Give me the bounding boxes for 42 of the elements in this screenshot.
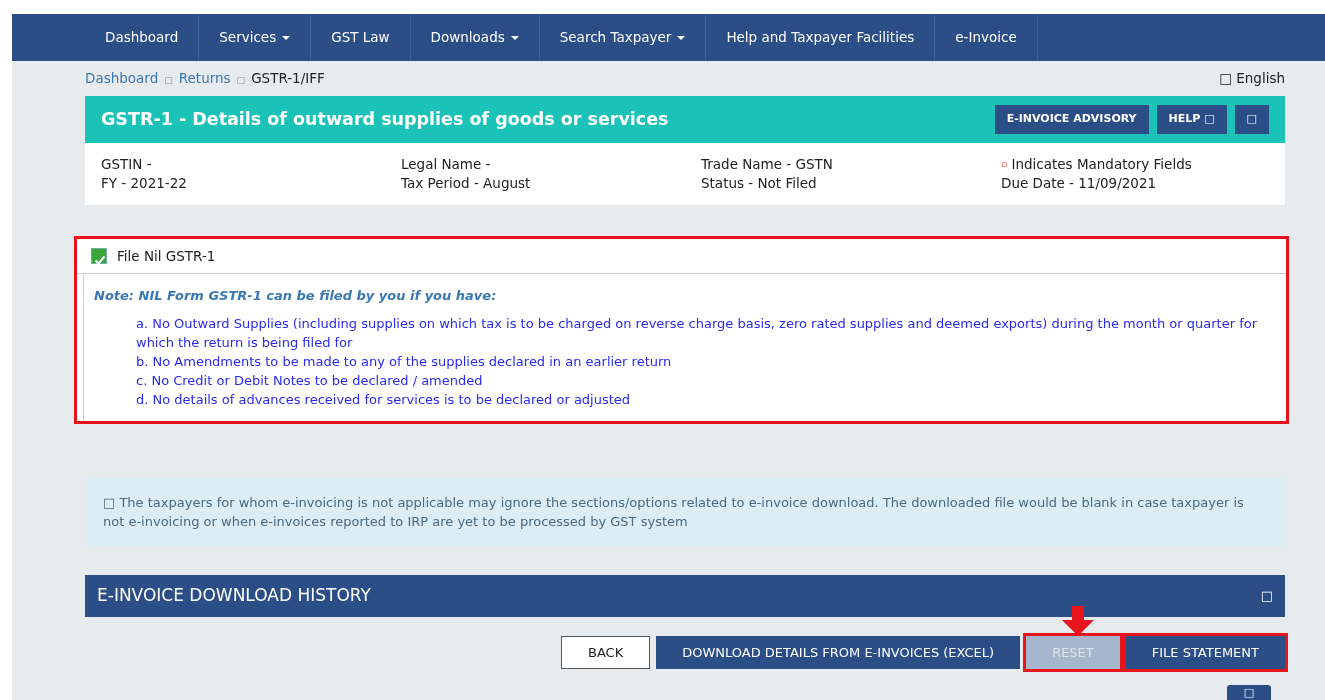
breadcrumb-current: GSTR-1/IFF (251, 70, 325, 87)
info-text: FY - 2021-22 (101, 174, 188, 193)
breadcrumb-separator: □ (164, 75, 173, 86)
mandatory-note: ▫ Indicates Mandatory Fields (1001, 155, 1193, 174)
checkbox[interactable] (91, 248, 107, 265)
nav-link[interactable]: Services (199, 14, 312, 61)
back-to-top-button[interactable]: □ (1227, 685, 1271, 700)
expand-toggle[interactable]: □ (1260, 586, 1273, 606)
nav-link[interactable]: e-Invoice (935, 14, 1038, 61)
condition-text: b. No Amendments to be made to any of the supplies declared in an earlier return (135, 352, 673, 371)
nav-link[interactable]: Help and Taxpayer Facilities (706, 14, 936, 61)
breadcrumb-separator: □ (236, 75, 246, 86)
info-text: Tax Period - August (401, 174, 532, 193)
nav-link[interactable]: Search Taxpayer (539, 14, 707, 61)
condition-text: d. No details of advances received for services is to be declared or adjusted (135, 390, 632, 409)
back-button[interactable]: BACK (560, 635, 651, 669)
info-message: □ The taxpayers for whom e-invoicing is not applicable may ignore the sections/options related to e-invoice download. The downloaded file would be blank in case taxpayer is not e-invoicing or when e-invoices reported to IRP are yet to be processed by GST system (85, 476, 1285, 547)
breadcrumb-link[interactable]: Returns (178, 70, 231, 87)
nav-link[interactable]: Downloads (410, 14, 540, 61)
page-title: GSTR-1 - Details of outward supplies of goods or services (101, 109, 669, 130)
section-title: E-INVOICE DOWNLOAD HISTORY (97, 584, 371, 607)
caret-icon (677, 35, 686, 40)
note-text: Note: NIL Form GSTR-1 can be filed by you if you have: (94, 287, 498, 306)
condition-text: c. No Credit or Debit Notes to be declared / amended (135, 371, 484, 390)
language-selector[interactable]: □ English (1219, 68, 1285, 89)
caret-icon (510, 35, 519, 40)
help-button[interactable]: HELP □ (1156, 105, 1227, 134)
info-text: Status - Not Filed (701, 174, 818, 193)
action-button[interactable]: FILE STATEMENT (1125, 635, 1285, 669)
history-bar[interactable]: E-INVOICE DOWNLOAD HISTORY □ (85, 574, 1285, 617)
info-text: Legal Name - (401, 155, 492, 174)
action-button[interactable]: DOWNLOAD DETAILS FROM E-INVOICES (EXCEL) (656, 635, 1021, 669)
toolbar-button[interactable]: □ (1234, 105, 1269, 134)
breadcrumb-link[interactable]: Dashboard (85, 70, 159, 87)
nav-link[interactable]: Dashboard (85, 14, 200, 61)
nav-link[interactable]: GST Law (311, 14, 411, 61)
checkbox-label: File Nil GSTR-1 (117, 247, 216, 266)
info-text: Due Date - 11/09/2021 (1001, 174, 1158, 193)
info-text: GSTIN - (101, 155, 153, 174)
caret-icon (282, 35, 291, 40)
info-text: Trade Name - GSTN (701, 155, 834, 174)
advisory-button[interactable]: E-INVOICE ADVISORY (994, 105, 1149, 134)
